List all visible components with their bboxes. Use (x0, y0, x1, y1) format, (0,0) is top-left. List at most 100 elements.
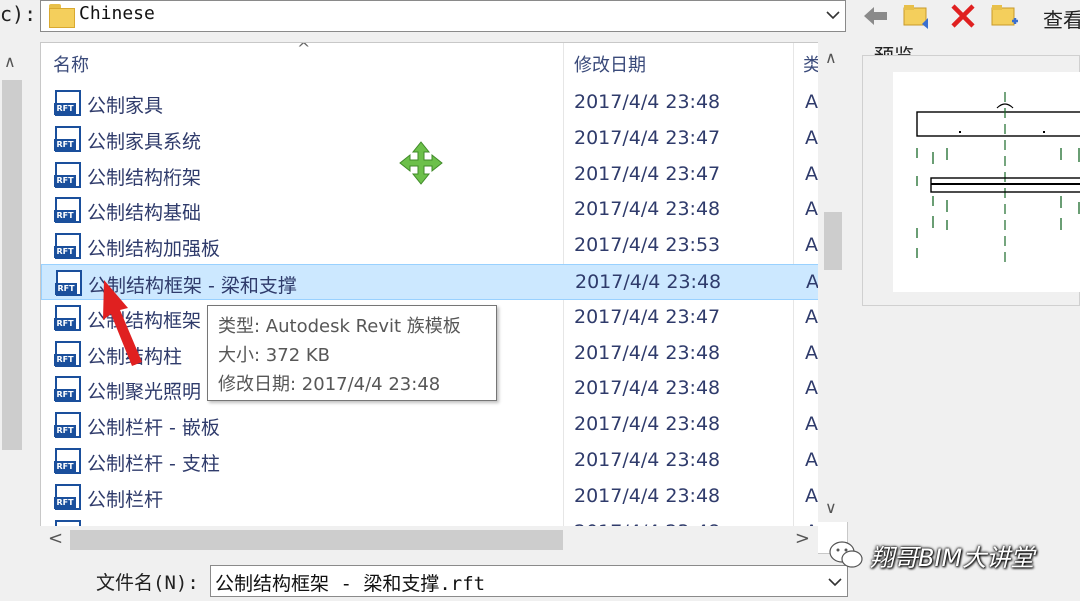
scroll-thumb[interactable] (2, 80, 22, 450)
file-type: A (805, 341, 818, 364)
rft-tag: RFT (54, 353, 76, 366)
back-arrow-icon[interactable] (860, 2, 890, 30)
rft-file-icon: RFT (54, 447, 83, 476)
file-date: 2017/4/4 23:48 (574, 413, 721, 436)
file-name[interactable]: 公制家具系统 (87, 127, 201, 154)
rft-file-icon: RFT (55, 269, 84, 298)
filename-label: 文件名(N): (96, 572, 199, 594)
rft-file-icon: RFT (54, 340, 83, 369)
red-arrow-annotation-icon (103, 280, 142, 366)
chevron-down-icon[interactable]: ∨ (825, 498, 837, 517)
rft-tag: RFT (54, 317, 76, 330)
file-date: 2017/4/4 23:48 (574, 91, 721, 113)
rft-tag: RFT (55, 282, 77, 295)
chevron-up-icon[interactable]: ∧ (4, 52, 16, 71)
file-type: A (805, 448, 818, 471)
chevron-left-icon[interactable]: < (48, 528, 63, 549)
rft-file-icon: RFT (54, 412, 83, 440)
sort-caret-icon: ^ (297, 42, 311, 58)
file-type: A (805, 126, 818, 149)
up-folder-icon[interactable] (902, 2, 932, 30)
file-type: A (805, 198, 818, 221)
file-date: 2017/4/4 23:48 (575, 270, 722, 293)
file-date: 2017/4/4 23:48 (574, 484, 721, 507)
places-scrollbar[interactable]: ∧ (0, 44, 24, 564)
rft-tag: RFT (54, 460, 76, 473)
file-name[interactable]: 公制栏杆 - 支柱 (87, 449, 220, 476)
rft-tag: RFT (54, 174, 76, 187)
file-row[interactable]: RFT 公制结构基础 2017/4/4 23:48 A (41, 192, 821, 228)
new-folder-icon[interactable] (990, 2, 1020, 30)
rft-tag: RFT (54, 246, 76, 259)
file-name[interactable]: 公制结构桁架 (87, 163, 201, 190)
file-name[interactable]: 公制结构加强板 (87, 234, 220, 261)
file-date: 2017/4/4 23:48 (574, 377, 721, 400)
preview-image (893, 72, 1080, 292)
file-row[interactable]: RFT 公制栏杆 - 支柱 2017/4/4 23:48 A (41, 443, 821, 479)
look-in-label: c): (0, 2, 37, 26)
list-header: ^ 名称 修改日期 类 (41, 43, 821, 83)
file-type: A (805, 91, 818, 113)
look-in-combo[interactable]: Chinese (40, 0, 846, 32)
preview-pane (862, 55, 1080, 306)
rft-file-icon: RFT (54, 161, 83, 190)
file-row[interactable]: RFT 公制栏杆 - 嵌板 2017/4/4 23:48 A (41, 407, 821, 443)
tooltip-size: 大小: 372 KB (218, 345, 331, 366)
rft-file-icon: RFT (54, 90, 83, 118)
chevron-down-icon[interactable] (827, 574, 843, 590)
file-date: 2017/4/4 23:47 (574, 162, 721, 185)
rft-tag: RFT (54, 425, 76, 438)
rft-tag: RFT (54, 103, 76, 115)
file-row[interactable]: RFT 公制栏杆 2017/4/4 23:48 A (41, 479, 821, 515)
file-date: 2017/4/4 23:47 (574, 126, 721, 149)
column-header-name[interactable]: 名称 (53, 51, 89, 77)
chevron-down-icon[interactable] (825, 7, 841, 23)
file-date: 2017/4/4 23:53 (574, 234, 721, 257)
file-type: A (805, 484, 818, 507)
look-in-path: Chinese (79, 3, 155, 24)
filename-value[interactable]: 公制结构框架 - 梁和支撑.rft (215, 569, 485, 596)
rft-tag: RFT (54, 389, 76, 402)
scroll-thumb[interactable] (70, 530, 563, 550)
file-type: A (805, 413, 818, 436)
scroll-thumb[interactable] (824, 212, 842, 270)
wechat-icon (829, 541, 863, 568)
file-list-vscroll[interactable]: ∧ ∨ (818, 42, 848, 522)
file-type: A (805, 377, 818, 400)
rft-tag: RFT (54, 138, 76, 151)
rft-file-icon: RFT (54, 304, 83, 333)
file-date: 2017/4/4 23:48 (574, 448, 721, 471)
view-menu-label[interactable]: 查看 (1043, 4, 1080, 33)
chevron-up-icon[interactable]: ∧ (825, 48, 837, 67)
file-type: A (805, 162, 818, 185)
tooltip-date: 修改日期: 2017/4/4 23:48 (218, 374, 441, 395)
file-name[interactable]: 公制栏杆 - 嵌板 (87, 413, 220, 440)
file-type: A (805, 234, 818, 257)
column-header-date[interactable]: 修改日期 (574, 51, 646, 77)
file-date: 2017/4/4 23:48 (574, 198, 721, 221)
rft-file-icon: RFT (54, 125, 83, 154)
rft-file-icon: RFT (54, 376, 83, 404)
tooltip-type: 类型: Autodesk Revit 族模板 (218, 316, 461, 337)
rft-file-icon: RFT (54, 233, 83, 261)
file-list-hscroll[interactable]: < > (40, 526, 818, 554)
file-name[interactable]: 公制栏杆 (87, 485, 163, 512)
filename-input[interactable]: 公制结构框架 - 梁和支撑.rft (210, 565, 848, 597)
file-name[interactable]: 公制聚光照明 (87, 377, 201, 404)
delete-icon[interactable] (948, 2, 978, 30)
file-row[interactable]: RFT 公制家具 2017/4/4 23:48 A (41, 85, 821, 121)
file-name[interactable]: 公制家具 (87, 91, 163, 118)
file-open-dialog: c): Chinese 查看 ∧ ^ 名称 修改日期 类 RFT 公制家具 2017… (0, 0, 1080, 601)
watermark-text: 翔哥BIM大讲堂 (870, 544, 1035, 572)
file-tooltip: 类型: Autodesk Revit 族模板 大小: 372 KB 修改日期: … (207, 305, 497, 401)
rft-tag: RFT (54, 496, 76, 509)
chevron-right-icon[interactable]: > (795, 528, 810, 549)
rft-file-icon: RFT (54, 483, 83, 512)
file-row[interactable]: RFT 公制结构加强板 2017/4/4 23:53 A (41, 228, 821, 264)
file-row[interactable]: RFT 公制结构框架 - 梁和支撑 2017/4/4 23:48 A (41, 263, 821, 300)
file-name[interactable]: 公制结构基础 (87, 198, 201, 225)
watermark: 翔哥BIM大讲堂 (820, 536, 1070, 572)
file-list[interactable]: ^ 名称 修改日期 类 RFT 公制家具 2017/4/4 23:48 A RFT 公制家… (40, 42, 848, 554)
rft-tag: RFT (54, 210, 76, 223)
file-type: A (805, 305, 818, 328)
